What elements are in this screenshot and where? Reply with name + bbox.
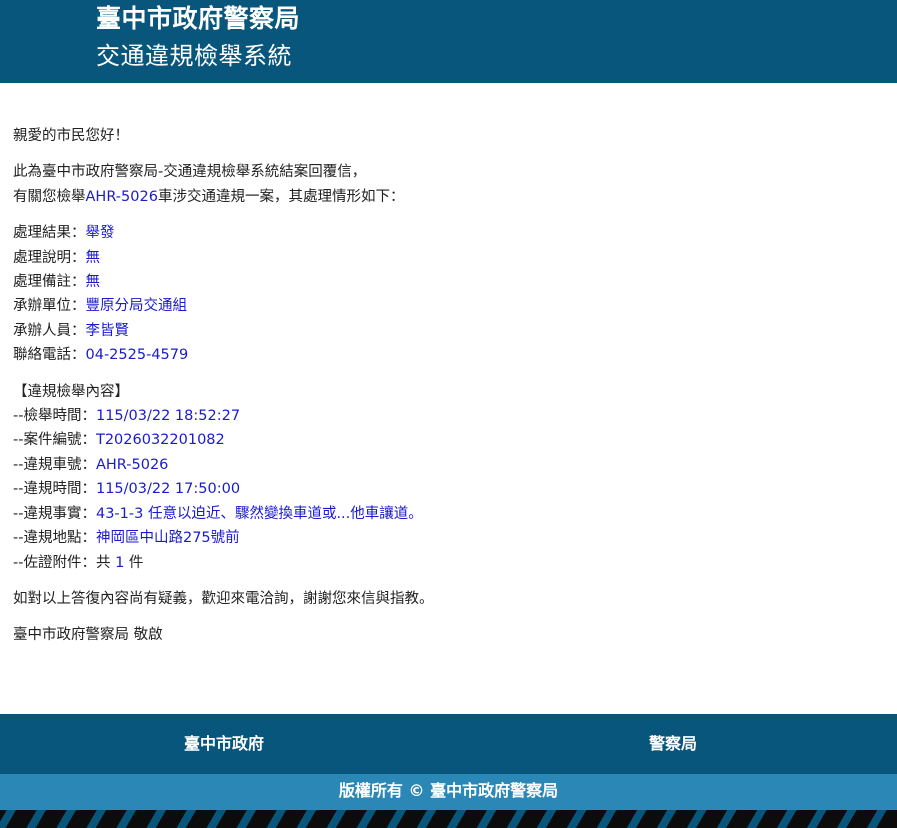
closing-remark: 如對以上答復內容尚有疑義，歡迎來電洽詢，謝謝您來信與指教。 [13, 590, 434, 607]
handling-unit: 承辦單位：豐原分局交通組 [13, 298, 187, 315]
violation-time: --違規時間：115/03/22 17:50:00 [13, 481, 241, 498]
handling-officer: 承辦人員：李皆賢 [13, 322, 129, 339]
attachment-count: 1 [115, 554, 125, 571]
intro-paragraph: 此為臺中市政府警察局-交通違規檢舉系統結案回覆信， 有關您檢舉AHR-5026車… [13, 160, 883, 209]
signature: 臺中市政府警察局 敬啟 [13, 627, 163, 644]
copyright-bar: 版權所有 © 臺中市政府警察局 [0, 774, 897, 810]
processing-description: 處理說明：無 [13, 249, 100, 266]
processing-remark: 處理備註：無 [13, 274, 100, 291]
case-number: --案件編號：T2026032201082 [13, 432, 225, 449]
system-title: 交通違規檢舉系統 [96, 42, 292, 70]
org-title: 臺中市政府警察局 [96, 4, 301, 33]
violation-plate: --違規車號：AHR-5026 [13, 456, 169, 473]
greeting: 親愛的市民您好！ [13, 128, 129, 144]
intro-line-1: 此為臺中市政府警察局-交通違規檢舉系統結案回覆信， [13, 164, 367, 181]
header-banner: 臺中市政府警察局 交通違規檢舉系統 [0, 0, 897, 83]
intro-plate: AHR-5026 [85, 188, 158, 205]
evidence-attachments: --佐證附件：共 1 件 [13, 554, 144, 571]
processing-info: 處理結果：舉發 處理說明：無 處理備註：無 承辦單位：豐原分局交通組 承辦人員：… [13, 221, 883, 367]
processing-result: 處理結果：舉發 [13, 225, 115, 242]
decorative-stripe-bar [0, 810, 897, 828]
contact-phone: 聯絡電話：04-2525-4579 [13, 347, 189, 364]
report-time: --檢舉時間：115/03/22 18:52:27 [13, 408, 241, 425]
footer-link-police-bureau[interactable]: 警察局 [449, 714, 897, 774]
letter-body: 親愛的市民您好！ 此為臺中市政府警察局-交通違規檢舉系統結案回覆信， 有關您檢舉… [13, 124, 883, 660]
email-page: 臺中市政府警察局 交通違規檢舉系統 親愛的市民您好！ 此為臺中市政府警察局-交通… [0, 0, 897, 828]
footer-links: 臺中市政府 警察局 [0, 714, 897, 774]
report-heading: 【違規檢舉內容】 [13, 383, 129, 400]
violation-location: --違規地點：神岡區中山路275號前 [13, 530, 240, 547]
report-details: 【違規檢舉內容】 --檢舉時間：115/03/22 18:52:27 --案件編… [13, 380, 883, 575]
violation-fact: --違規事實：43-1-3 任意以迫近、驟然變換車道或...他車讓道。 [13, 505, 423, 522]
footer-link-city-government[interactable]: 臺中市政府 [0, 714, 448, 774]
intro-line-2: 有關您檢舉AHR-5026車涉交通違規一案，其處理情形如下： [13, 188, 405, 205]
